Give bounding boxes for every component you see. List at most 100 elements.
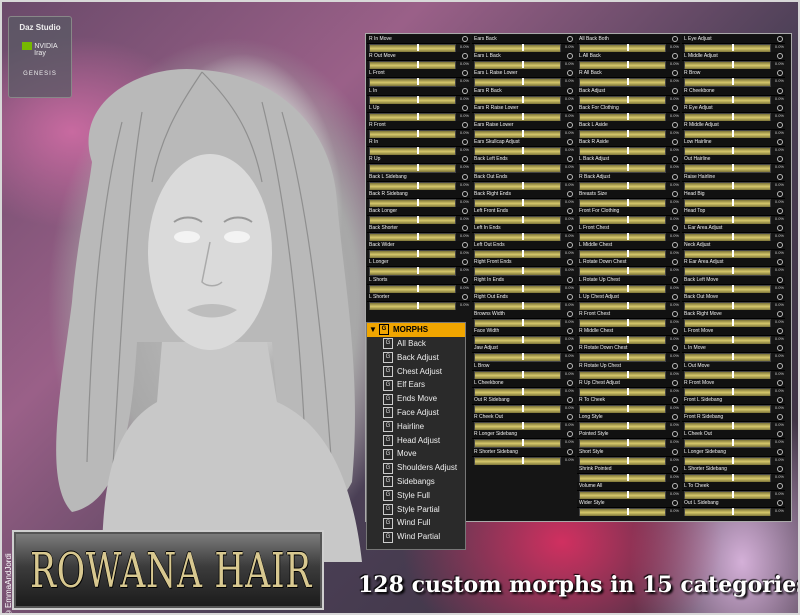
category-item[interactable]: G Shoulders Adjust [367, 461, 465, 475]
slider-track[interactable] [474, 422, 561, 431]
morph-slider[interactable]: R Front 0.0% [367, 120, 470, 139]
slider-track[interactable] [369, 198, 456, 207]
morph-slider[interactable]: Face Width 0.0% [472, 327, 575, 345]
slider-track[interactable] [684, 422, 771, 431]
slider-track[interactable] [369, 61, 456, 70]
morph-slider[interactable]: Back For Clothing 0.0% [577, 103, 680, 121]
morph-slider[interactable]: L All Back 0.0% [577, 52, 680, 70]
slider-track[interactable] [474, 336, 561, 345]
slider-knob[interactable] [732, 61, 734, 69]
slider-track[interactable] [474, 164, 561, 173]
slider-track[interactable] [684, 353, 771, 362]
slider-knob[interactable] [627, 508, 629, 516]
slider-track[interactable] [369, 301, 456, 310]
slider-knob[interactable] [732, 147, 734, 155]
morph-slider[interactable]: R Up Chest Adjust 0.0% [577, 378, 680, 396]
slider-track[interactable] [684, 95, 771, 104]
morph-slider[interactable]: L Cheekbone 0.0% [472, 378, 575, 396]
slider-track[interactable] [579, 112, 666, 121]
morph-slider[interactable]: Ears L Raise Lower 0.0% [472, 69, 575, 87]
morph-slider[interactable]: L Rotate Up Chest 0.0% [577, 275, 680, 293]
slider-knob[interactable] [627, 44, 629, 51]
morph-slider[interactable]: Front For Clothing 0.0% [577, 206, 680, 225]
category-item[interactable]: G Face Adjust [367, 406, 465, 420]
slider-knob[interactable] [627, 250, 629, 258]
slider-knob[interactable] [417, 250, 419, 258]
slider-track[interactable] [474, 129, 561, 139]
slider-track[interactable] [369, 95, 456, 104]
slider-track[interactable] [579, 164, 666, 173]
morph-slider[interactable]: R Cheek Out 0.0% [472, 413, 575, 431]
slider-knob[interactable] [522, 215, 524, 223]
morph-slider[interactable]: L Out Move 0.0% [682, 361, 785, 379]
slider-track[interactable] [369, 147, 456, 156]
morph-slider[interactable]: L Longer 0.0% [367, 258, 470, 276]
morph-slider[interactable]: L Eye Adjust 0.0% [682, 35, 785, 53]
slider-knob[interactable] [627, 319, 629, 326]
slider-track[interactable] [579, 198, 666, 207]
morph-slider[interactable]: L Longer Sidebang 0.0% [682, 447, 785, 465]
morph-slider[interactable]: Browns Width 0.0% [472, 310, 575, 328]
morph-slider[interactable]: R In 0.0% [367, 138, 470, 156]
slider-track[interactable] [474, 319, 561, 328]
slider-knob[interactable] [732, 353, 734, 361]
morph-slider[interactable]: Head Big 0.0% [682, 189, 785, 207]
slider-track[interactable] [474, 95, 561, 104]
morph-slider[interactable]: Front L Sidebang 0.0% [682, 395, 785, 414]
slider-track[interactable] [684, 147, 771, 156]
slider-track[interactable] [684, 181, 771, 190]
slider-knob[interactable] [417, 215, 419, 223]
slider-knob[interactable] [522, 353, 524, 361]
slider-track[interactable] [684, 319, 771, 328]
morph-slider[interactable]: R Out Move 0.0% [367, 52, 470, 70]
slider-track[interactable] [369, 284, 456, 293]
slider-track[interactable] [369, 267, 456, 276]
morph-slider[interactable]: Back L Sidebang 0.0% [367, 172, 470, 190]
slider-knob[interactable] [732, 112, 734, 120]
slider-knob[interactable] [417, 129, 419, 137]
slider-knob[interactable] [627, 370, 629, 378]
slider-track[interactable] [579, 44, 666, 53]
slider-knob[interactable] [522, 164, 524, 172]
morph-slider[interactable]: Left In Ends 0.0% [472, 224, 575, 242]
slider-track[interactable] [579, 233, 666, 242]
slider-knob[interactable] [522, 387, 524, 395]
slider-knob[interactable] [627, 181, 629, 189]
slider-knob[interactable] [732, 78, 734, 86]
slider-knob[interactable] [417, 44, 419, 51]
slider-knob[interactable] [627, 164, 629, 172]
morph-slider[interactable]: Breasts Size 0.0% [577, 189, 680, 207]
slider-knob[interactable] [522, 147, 524, 155]
slider-knob[interactable] [732, 267, 734, 275]
slider-knob[interactable] [627, 387, 629, 395]
morph-slider[interactable]: L In 0.0% [367, 86, 470, 104]
morph-slider[interactable]: L Shorts 0.0% [367, 275, 470, 293]
slider-knob[interactable] [522, 129, 524, 137]
morph-slider[interactable]: R Front Chest 0.0% [577, 310, 680, 328]
slider-track[interactable] [579, 250, 666, 259]
slider-track[interactable] [579, 370, 666, 379]
slider-knob[interactable] [732, 439, 734, 447]
morph-slider[interactable]: R Middle Chest 0.0% [577, 327, 680, 345]
morph-slider[interactable]: R Brow 0.0% [682, 69, 785, 87]
slider-knob[interactable] [627, 490, 629, 498]
slider-knob[interactable] [732, 422, 734, 430]
slider-knob[interactable] [417, 112, 419, 120]
morph-slider[interactable]: Short Style 0.0% [577, 447, 680, 465]
morph-slider[interactable]: Back Left Move 0.0% [682, 275, 785, 293]
slider-knob[interactable] [522, 404, 524, 412]
slider-track[interactable] [579, 129, 666, 139]
morph-slider[interactable]: Back Out Move 0.0% [682, 292, 785, 310]
slider-knob[interactable] [627, 456, 629, 464]
morph-slider[interactable]: Out R Sidebang 0.0% [472, 395, 575, 414]
morph-slider[interactable]: Shrink Pointed 0.0% [577, 464, 680, 482]
morph-slider[interactable]: R Longer Sidebang 0.0% [472, 430, 575, 448]
morph-slider[interactable]: L Front 0.0% [367, 69, 470, 87]
slider-knob[interactable] [417, 181, 419, 189]
slider-knob[interactable] [627, 129, 629, 137]
morph-slider[interactable]: Back Left Ends 0.0% [472, 155, 575, 173]
slider-track[interactable] [684, 456, 771, 465]
slider-track[interactable] [474, 112, 561, 121]
category-item[interactable]: G Sidebangs [367, 475, 465, 489]
slider-track[interactable] [684, 129, 771, 139]
